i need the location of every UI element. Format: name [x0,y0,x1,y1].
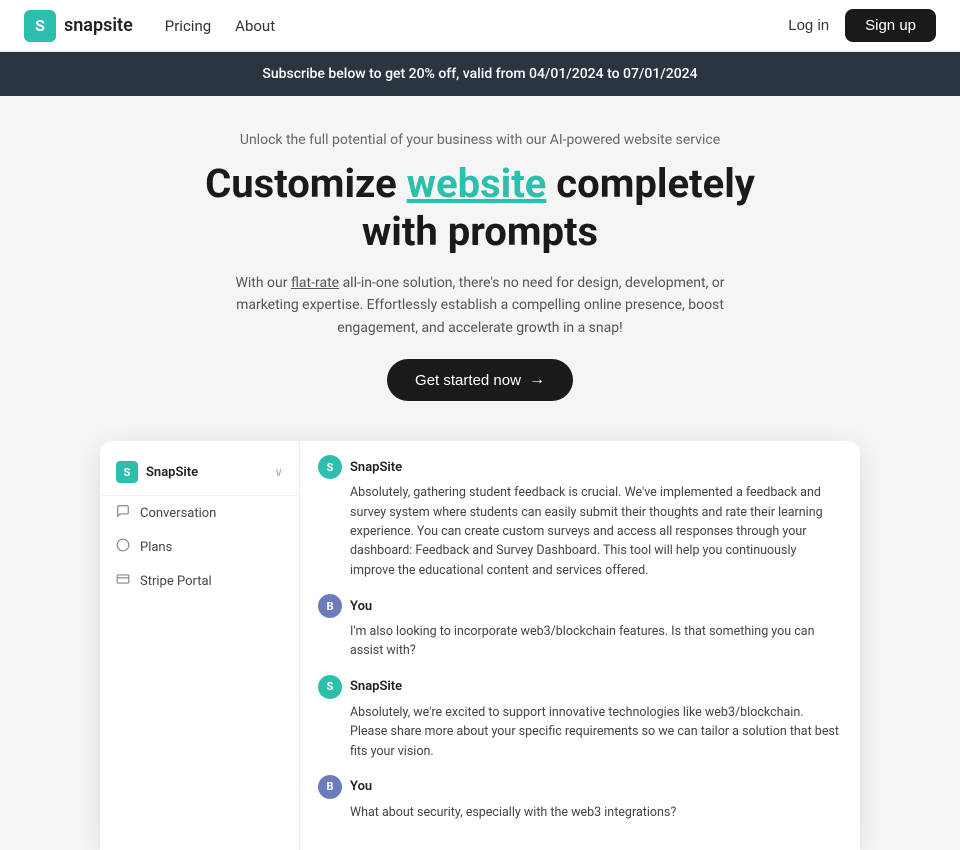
chat-sender-name-0: SnapSite [350,460,402,475]
chat-sender-name-1: You [350,599,372,614]
sidebar-item-label-conversation: Conversation [140,506,216,521]
hero-title-highlight: website [407,160,547,207]
chat-sender-name-2: SnapSite [350,679,402,694]
chat-sender-name-3: You [350,779,372,794]
sidebar-logo-letter: S [124,466,131,479]
chat-text-1: I'm also looking to incorporate web3/blo… [318,622,842,661]
chat-message-0: S SnapSite Absolutely, gathering student… [318,455,842,580]
user-avatar-1: B [318,594,342,618]
navbar: S snapsite Pricing About Log in Sign up [0,0,960,52]
sidebar-brand-inner: S SnapSite [116,461,198,483]
snapsite-avatar-2: S [318,675,342,699]
logo-icon: S [24,10,56,42]
chat-message-3: B You What about security, especially wi… [318,775,842,822]
sidebar-chevron-icon: ∨ [274,465,283,479]
navbar-right: Log in Sign up [788,9,936,42]
chat-text-2: Absolutely, we're excited to support inn… [318,703,842,761]
cta-label: Get started now [415,372,521,389]
chat-text-0: Absolutely, gathering student feedback i… [318,483,842,580]
logo-letter: S [35,16,45,35]
hero-description: With our flat-rate all-in-one solution, … [220,272,740,339]
cta-arrow-icon: → [529,371,545,389]
sidebar-item-conversation[interactable]: Conversation [100,496,299,530]
conversation-icon [116,504,130,522]
chat-text-3: What about security, especially with the… [318,803,842,822]
nav-link-about[interactable]: About [235,17,275,35]
logo[interactable]: S snapsite [24,10,133,42]
stripe-portal-icon [116,572,130,590]
flat-rate-text: flat-rate [291,275,339,291]
sidebar-brand[interactable]: S SnapSite ∨ [100,453,299,496]
dashboard-preview: S SnapSite ∨ Conversation Plans Stripe P… [100,441,860,850]
sidebar-item-stripe-portal[interactable]: Stripe Portal [100,564,299,598]
chat-sender-3: B You [318,775,842,799]
sidebar-item-label-plans: Plans [140,540,172,555]
user-avatar-3: B [318,775,342,799]
logo-text: snapsite [64,15,133,36]
hero-subtitle: Unlock the full potential of your busine… [20,132,940,148]
chat-sender-1: B You [318,594,842,618]
login-button[interactable]: Log in [788,17,829,34]
hero-title: Customize website completelywith prompts [20,160,940,256]
chat-sender-2: S SnapSite [318,675,842,699]
navbar-left: S snapsite Pricing About [24,10,275,42]
promo-text: Subscribe below to get 20% off, valid fr… [262,66,697,82]
signup-button[interactable]: Sign up [845,9,936,42]
hero-title-before: Customize [205,160,407,207]
plans-icon [116,538,130,556]
chat-message-2: S SnapSite Absolutely, we're excited to … [318,675,842,761]
sidebar-item-label-stripe-portal: Stripe Portal [140,574,212,589]
nav-link-pricing[interactable]: Pricing [165,17,211,35]
sidebar-logo-icon: S [116,461,138,483]
chat-sender-0: S SnapSite [318,455,842,479]
nav-links: Pricing About [165,17,275,35]
chat-content: S SnapSite Absolutely, gathering student… [300,441,860,850]
sidebar-item-plans[interactable]: Plans [100,530,299,564]
snapsite-avatar-0: S [318,455,342,479]
sidebar: S SnapSite ∨ Conversation Plans Stripe P… [100,441,300,850]
promo-banner: Subscribe below to get 20% off, valid fr… [0,52,960,96]
chat-message-1: B You I'm also looking to incorporate we… [318,594,842,661]
cta-button[interactable]: Get started now → [387,359,573,401]
sidebar-brand-name: SnapSite [146,465,198,480]
hero-section: Unlock the full potential of your busine… [0,96,960,421]
